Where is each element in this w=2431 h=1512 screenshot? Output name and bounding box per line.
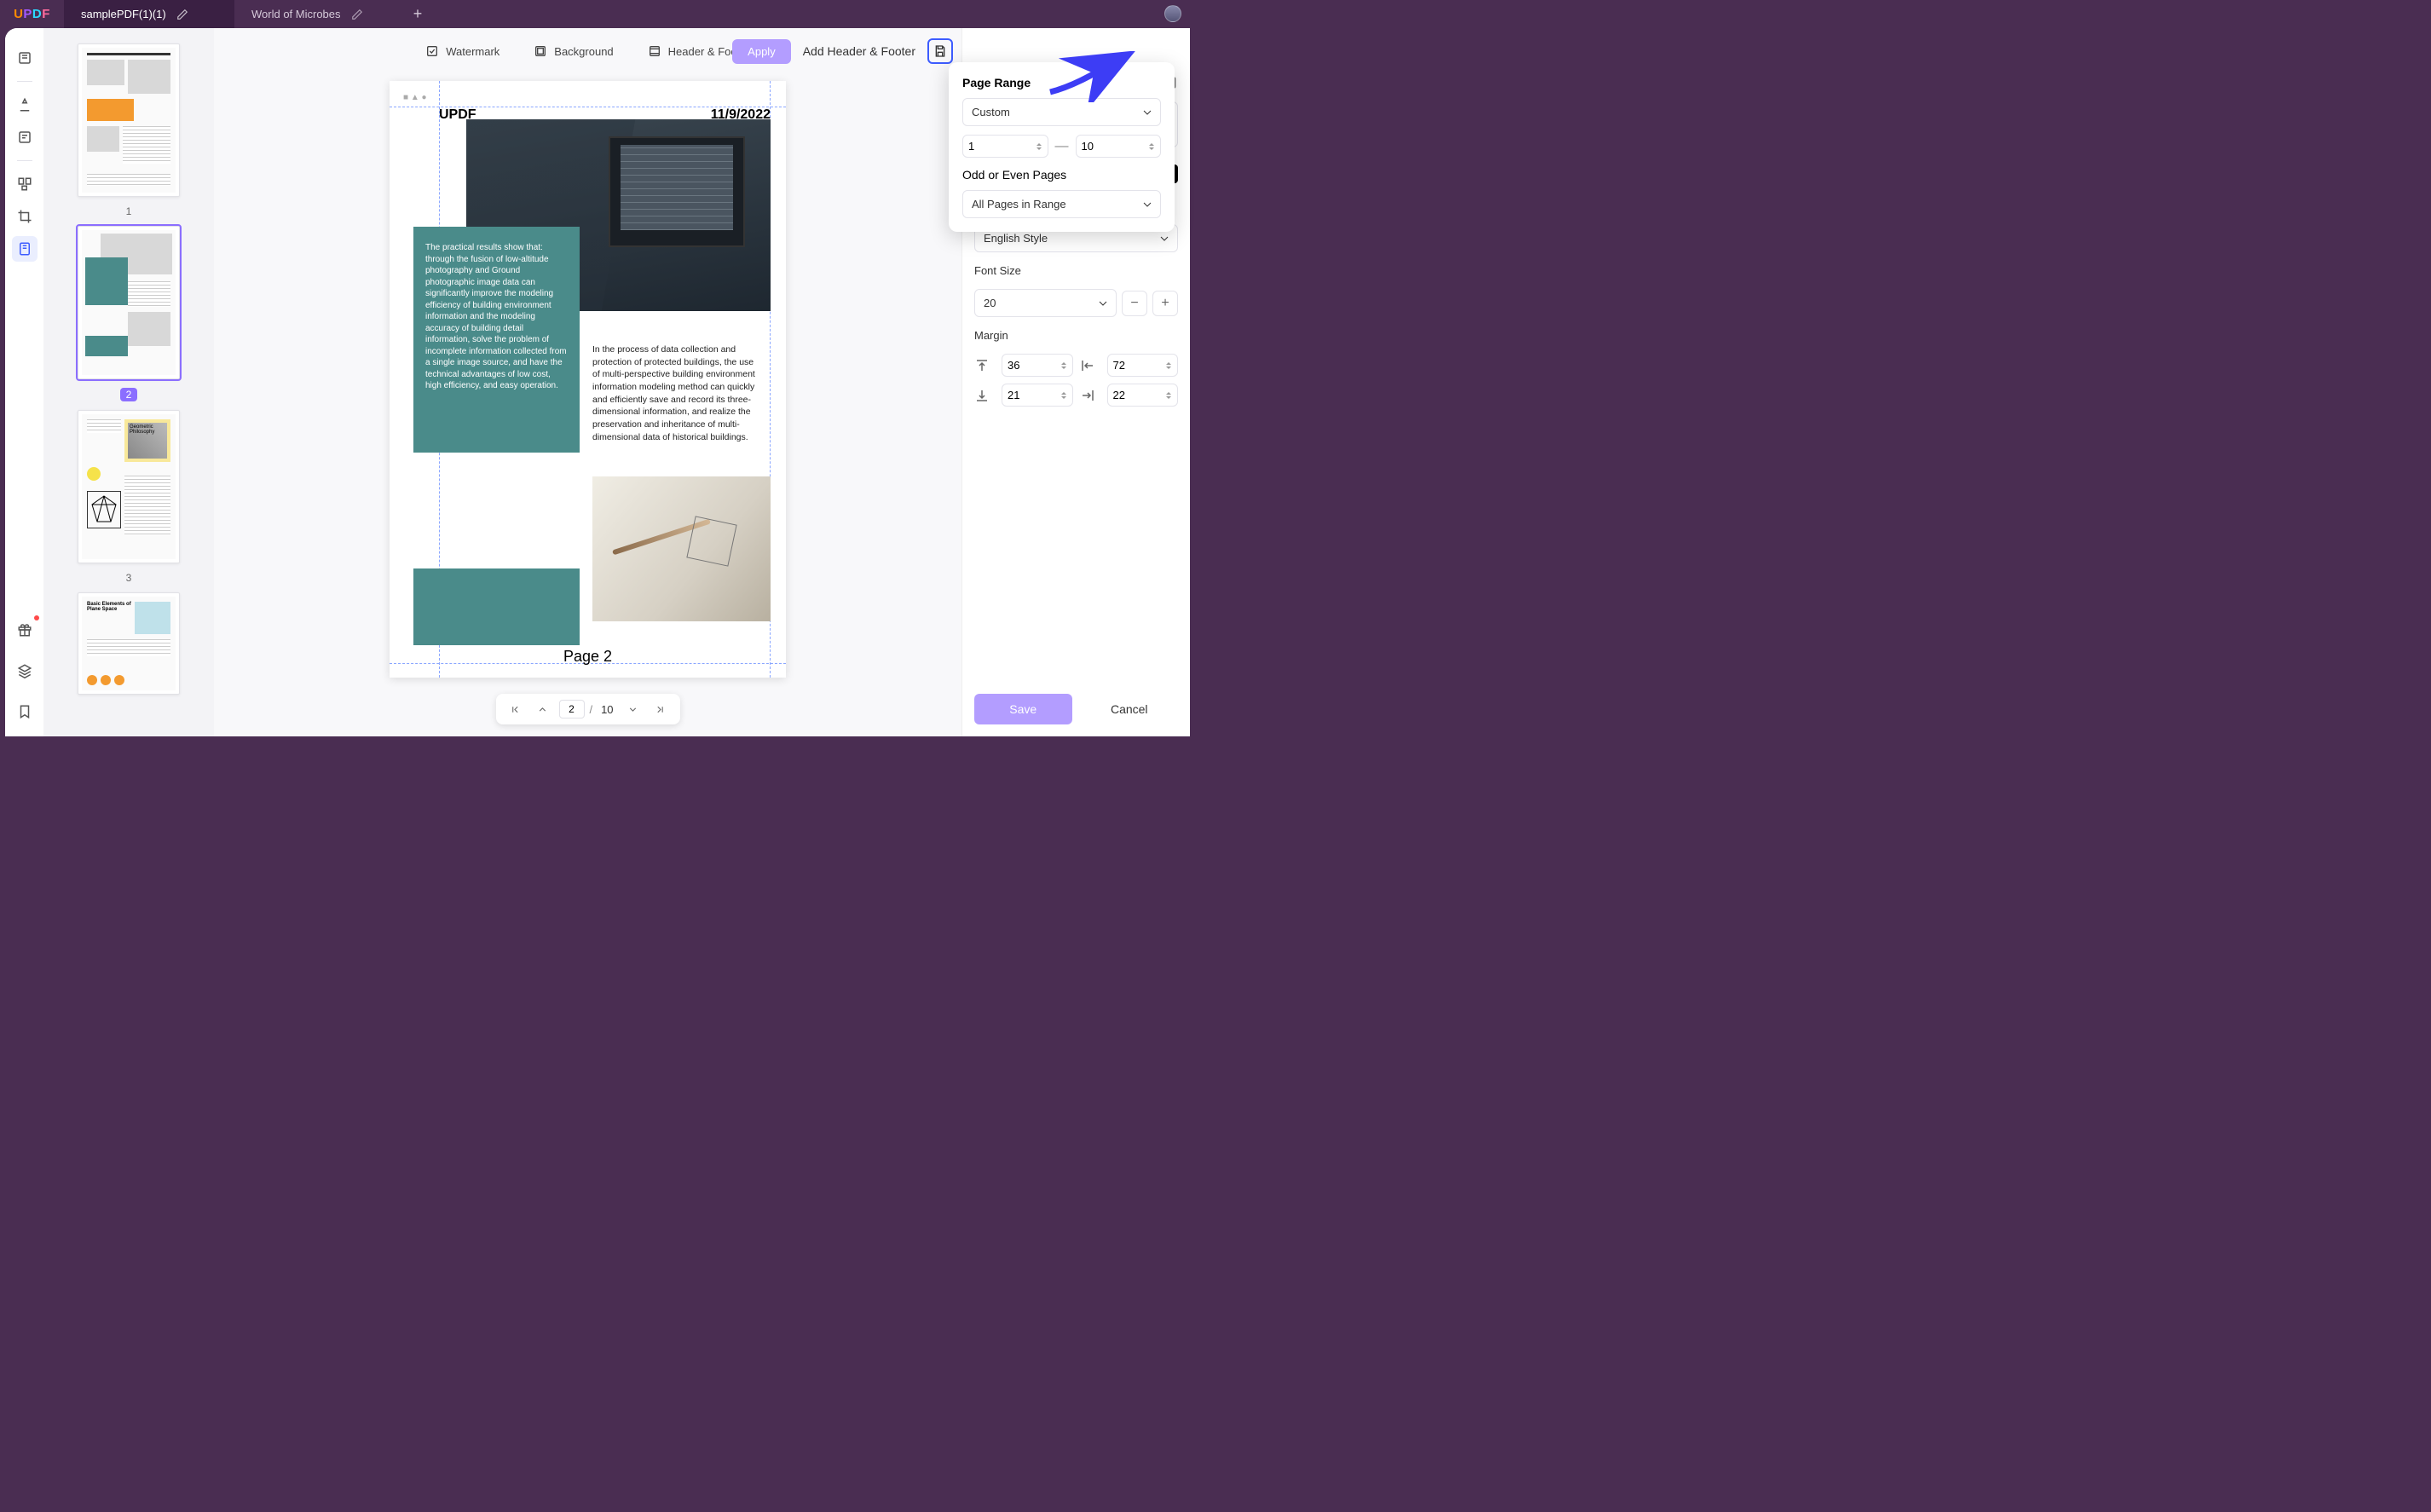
background-icon: [534, 44, 547, 58]
page-block-3: [413, 568, 580, 645]
tool-organize[interactable]: [12, 171, 38, 197]
document-tabs: samplePDF(1)(1) World of Microbes +: [64, 0, 430, 28]
tab-world-of-microbes[interactable]: World of Microbes: [234, 0, 405, 28]
chevron-down-icon: [1143, 108, 1152, 117]
tool-annotate[interactable]: [12, 92, 38, 118]
app-logo: UPDF: [0, 7, 64, 21]
last-page-button[interactable]: [650, 699, 672, 719]
thumbnail-page-1[interactable]: [78, 43, 180, 197]
tab-label: World of Microbes: [251, 8, 341, 20]
avatar[interactable]: [1164, 5, 1181, 22]
titlebar: UPDF samplePDF(1)(1) World of Microbes +: [0, 0, 1190, 28]
left-toolbar: [5, 28, 43, 736]
first-page-button[interactable]: [504, 699, 526, 719]
font-size-select[interactable]: 20: [974, 289, 1117, 317]
page-range-popover: Page Range Custom 1 — 10 Odd or Even Pag…: [949, 62, 1175, 232]
margin-right-input[interactable]: 22: [1107, 384, 1179, 407]
font-size-increase[interactable]: +: [1152, 291, 1178, 316]
odd-even-title: Odd or Even Pages: [962, 168, 1161, 182]
tool-crop[interactable]: [12, 204, 38, 229]
range-dash: —: [1055, 139, 1069, 154]
margin-left-icon: [1080, 358, 1095, 373]
watermark-label: Watermark: [446, 45, 499, 58]
gift-icon[interactable]: [12, 617, 38, 643]
apply-button[interactable]: Apply: [732, 39, 791, 64]
thumbnail-number: 3: [126, 572, 132, 584]
header-footer-icon: [648, 44, 661, 58]
panel-title: Add Header & Footer: [803, 44, 915, 58]
page-footer-text: Page 2: [390, 648, 786, 666]
page-range-mode-select[interactable]: Custom: [962, 98, 1161, 126]
background-tab[interactable]: Background: [534, 44, 613, 58]
range-to-input[interactable]: 10: [1076, 135, 1162, 158]
page-total: 10: [598, 703, 616, 716]
margin-left-input[interactable]: 72: [1107, 354, 1179, 377]
thumbnail-page-3[interactable]: Geometric Philosophy: [78, 410, 180, 563]
page-text-block-1: The practical results show that: through…: [413, 227, 580, 453]
thumbnail-page-2[interactable]: [78, 226, 180, 379]
save-button[interactable]: Save: [974, 694, 1072, 724]
floppy-icon: [933, 44, 947, 58]
odd-even-value: All Pages in Range: [972, 198, 1066, 211]
next-page-button[interactable]: [622, 699, 644, 719]
margin-bottom-input[interactable]: 21: [1002, 384, 1073, 407]
tool-edit-text[interactable]: [12, 124, 38, 150]
add-tab-button[interactable]: +: [405, 0, 430, 28]
shape-markers: ■ ▲ ●: [403, 93, 427, 102]
page-navigator: / 10: [495, 694, 679, 724]
thumbnail-number: 1: [126, 205, 132, 217]
chevron-down-icon: [1099, 299, 1107, 308]
pnf-value: English Style: [984, 232, 1048, 245]
fs-value: 20: [984, 297, 996, 309]
tool-reader[interactable]: [12, 45, 38, 71]
tab-sample-pdf[interactable]: samplePDF(1)(1): [64, 0, 234, 28]
pencil-icon: [351, 9, 363, 20]
watermark-tab[interactable]: Watermark: [425, 44, 499, 58]
bookmark-icon[interactable]: [12, 699, 38, 724]
thumbnail-number: 2: [120, 388, 138, 401]
layers-icon[interactable]: [12, 658, 38, 684]
save-template-button[interactable]: [927, 38, 953, 64]
background-label: Background: [554, 45, 613, 58]
thumbnail-panel: 1 2 Geometric Philosophy 3: [43, 28, 214, 736]
margin-right-icon: [1080, 388, 1095, 403]
tab-label: samplePDF(1)(1): [81, 8, 166, 20]
page-input[interactable]: [558, 700, 584, 718]
pencil-icon: [176, 9, 188, 20]
cancel-button[interactable]: Cancel: [1081, 694, 1179, 724]
prev-page-button[interactable]: [531, 699, 553, 719]
page-range-mode: Custom: [972, 106, 1010, 118]
watermark-icon: [425, 44, 439, 58]
margin-top-input[interactable]: 36: [1002, 354, 1073, 377]
page-preview: ■ ▲ ● UPDF 11/9/2022 The practical resul…: [390, 81, 786, 678]
margin-label: Margin: [974, 329, 1178, 342]
page-image-bottom: [592, 476, 771, 621]
range-from-input[interactable]: 1: [962, 135, 1048, 158]
page-range-title: Page Range: [962, 76, 1161, 89]
margin-bottom-icon: [974, 388, 990, 403]
tool-page-tools[interactable]: [12, 236, 38, 262]
margin-top-icon: [974, 358, 990, 373]
page-text-block-2: In the process of data collection and pr…: [592, 343, 762, 444]
pager-separator: /: [589, 703, 592, 716]
odd-even-select[interactable]: All Pages in Range: [962, 190, 1161, 218]
font-size-decrease[interactable]: −: [1122, 291, 1147, 316]
thumbnail-page-4[interactable]: Basic Elements ofPlane Space: [78, 592, 180, 695]
chevron-down-icon: [1160, 234, 1169, 243]
chevron-down-icon: [1143, 200, 1152, 209]
font-size-label: Font Size: [974, 264, 1178, 277]
